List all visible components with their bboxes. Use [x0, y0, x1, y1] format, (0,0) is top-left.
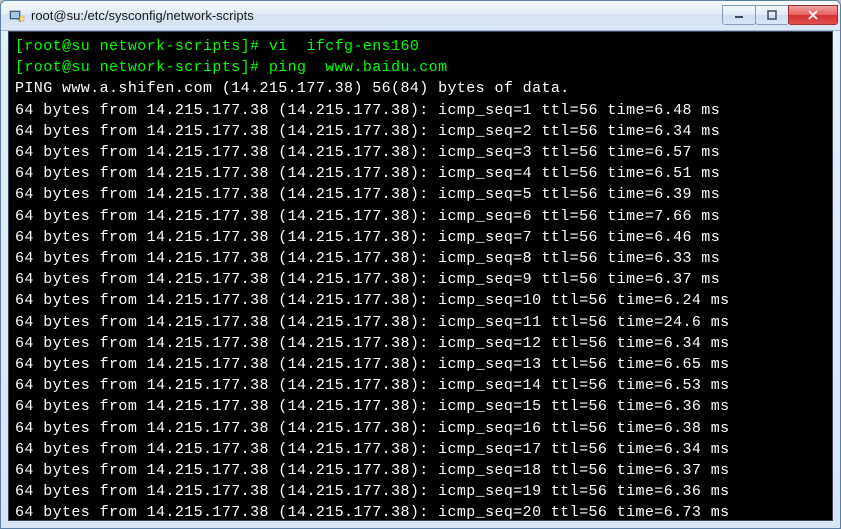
terminal-output: [root@su network-scripts]# vi ifcfg-ens1…: [9, 32, 832, 521]
ping-reply-line: 64 bytes from 14.215.177.38 (14.215.177.…: [15, 186, 720, 203]
ping-reply-line: 64 bytes from 14.215.177.38 (14.215.177.…: [15, 292, 730, 309]
ping-reply-line: 64 bytes from 14.215.177.38 (14.215.177.…: [15, 483, 730, 500]
ping-reply-line: 64 bytes from 14.215.177.38 (14.215.177.…: [15, 441, 730, 458]
shell-prompt: [root@su network-scripts]#: [15, 59, 269, 76]
minimize-button[interactable]: [722, 5, 756, 25]
title-bar[interactable]: root@su:/etc/sysconfig/network-scripts: [1, 1, 840, 31]
ping-reply-line: 64 bytes from 14.215.177.38 (14.215.177.…: [15, 377, 730, 394]
ping-reply-line: 64 bytes from 14.215.177.38 (14.215.177.…: [15, 335, 730, 352]
ping-reply-line: 64 bytes from 14.215.177.38 (14.215.177.…: [15, 398, 730, 415]
command-text: vi ifcfg-ens160: [269, 38, 419, 55]
ping-reply-line: 64 bytes from 14.215.177.38 (14.215.177.…: [15, 165, 720, 182]
ping-header: PING www.a.shifen.com (14.215.177.38) 56…: [15, 80, 570, 97]
putty-icon: [9, 8, 25, 24]
ping-reply-line: 64 bytes from 14.215.177.38 (14.215.177.…: [15, 229, 720, 246]
ping-reply-line: 64 bytes from 14.215.177.38 (14.215.177.…: [15, 271, 720, 288]
ping-reply-line: 64 bytes from 14.215.177.38 (14.215.177.…: [15, 356, 730, 373]
ping-reply-line: 64 bytes from 14.215.177.38 (14.215.177.…: [15, 420, 730, 437]
app-window: root@su:/etc/sysconfig/network-scripts […: [0, 0, 841, 529]
shell-prompt: [root@su network-scripts]#: [15, 38, 269, 55]
ping-reply-line: 64 bytes from 14.215.177.38 (14.215.177.…: [15, 144, 720, 161]
maximize-button[interactable]: [755, 5, 789, 25]
window-title: root@su:/etc/sysconfig/network-scripts: [31, 8, 723, 23]
terminal-area[interactable]: [root@su network-scripts]# vi ifcfg-ens1…: [8, 31, 833, 521]
window-controls: [723, 6, 838, 25]
ping-reply-line: 64 bytes from 14.215.177.38 (14.215.177.…: [15, 462, 730, 479]
close-button[interactable]: [788, 5, 838, 25]
command-text: ping www.baidu.com: [269, 59, 448, 76]
ping-reply-line: 64 bytes from 14.215.177.38 (14.215.177.…: [15, 504, 730, 521]
ping-reply-line: 64 bytes from 14.215.177.38 (14.215.177.…: [15, 208, 720, 225]
ping-reply-line: 64 bytes from 14.215.177.38 (14.215.177.…: [15, 250, 720, 267]
ping-reply-line: 64 bytes from 14.215.177.38 (14.215.177.…: [15, 123, 720, 140]
ping-reply-line: 64 bytes from 14.215.177.38 (14.215.177.…: [15, 102, 720, 119]
ping-reply-line: 64 bytes from 14.215.177.38 (14.215.177.…: [15, 314, 730, 331]
